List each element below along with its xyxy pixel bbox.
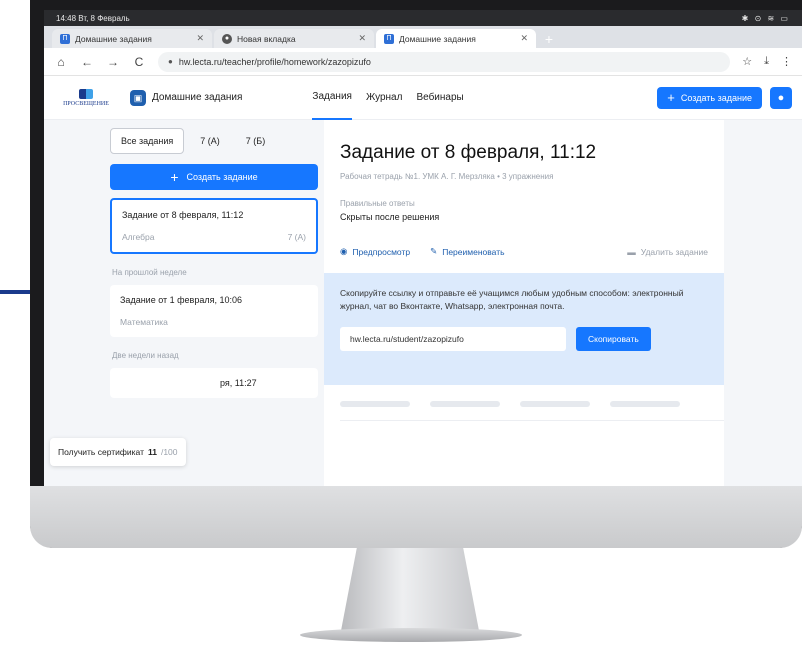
filter-7b[interactable]: 7 (Б) [236,128,275,154]
top-nav: Задания Журнал Вебинары [312,76,464,120]
device-mockup: 14:48 Вт, 8 Февраль ✱ ⊙ ≋ ▭ П Домашние з… [0,0,802,660]
certificate-label: Получить сертификат [58,447,144,457]
forward-icon[interactable]: → [106,55,120,69]
create-task-sidebar-button[interactable]: + Создать задание [110,164,318,190]
monitor-chin [30,486,802,548]
bookmark-star-icon[interactable]: ☆ [742,55,752,68]
status-time: 14:48 Вт, 8 Февраль [56,13,130,23]
nav-journal[interactable]: Журнал [366,76,403,120]
filter-7a[interactable]: 7 (А) [190,128,230,154]
task-card[interactable]: Задание от 1 февраля, 10:06 Математика [110,285,318,337]
tab-title: Домашние задания [399,33,476,44]
monitor-stand-neck [340,548,480,636]
nav-webinars[interactable]: Вебинары [416,76,463,120]
prosveshchenie-logo[interactable]: ПРОСВЕЩЕНИЕ [54,88,118,107]
answers-label: Правильные ответы [340,199,415,208]
monitor-stand-foot [300,628,522,642]
task-list-panel: Все задания 7 (А) 7 (Б) + Создать задани… [110,120,383,486]
app-name[interactable]: ▣ Домашние задания [130,89,243,106]
os-status-bar: 14:48 Вт, 8 Февраль ✱ ⊙ ≋ ▭ [44,10,802,26]
task-subtitle: Рабочая тетрадь №1. УМК А. Г. Мерзляка •… [340,172,554,181]
rename-button[interactable]: ✎ Переименовать [430,246,504,257]
delete-label: Удалить задание [640,246,708,257]
certificate-progress-badge[interactable]: Получить сертификат 11/100 [50,438,186,466]
preview-button[interactable]: ◉ Предпросмотр [340,246,410,257]
certificate-current: 11 [147,447,157,457]
task-detail-panel: Задание от 8 февраля, 11:12 Рабочая тетр… [324,120,724,486]
group-label-last-week: На прошлой неделе [112,268,187,277]
blurred-tab[interactable] [340,401,410,407]
create-task-sidebar-label: Создать задание [186,172,258,182]
new-tab-button[interactable]: + [538,29,560,48]
task-card-title: Задание от 1 февраля, 10:06 [120,295,242,305]
status-icons: ✱ ⊙ ≋ ▭ [741,13,790,23]
pencil-icon: ✎ [430,246,438,256]
plus-icon: + [170,169,179,185]
task-card-title-partial: ря, 11:27 [220,378,257,388]
class-filters: Все задания 7 (А) 7 (Б) [110,128,318,154]
lecta-favicon-icon: П [384,33,394,44]
plus-icon: + [667,90,675,105]
monitor-screen: 14:48 Вт, 8 Февраль ✱ ⊙ ≋ ▭ П Домашние з… [44,10,802,486]
eye-icon: ◉ [340,246,348,256]
address-bar[interactable]: ● hw.lecta.ru/teacher/profile/homework/z… [158,51,731,72]
preview-label: Предпросмотр [352,246,411,257]
browser-menu-icon[interactable]: ⋮ [781,55,792,68]
close-icon[interactable]: ✕ [358,33,366,44]
share-instructions: Скопируйте ссылку и отправьте её учащимс… [340,288,684,311]
tab-title: Домашние задания [75,33,152,44]
user-icon[interactable]: ● [770,86,792,109]
home-icon[interactable]: ⌂ [54,55,68,69]
close-icon[interactable]: ✕ [520,33,528,44]
delete-button[interactable]: ▬ Удалить задание [627,247,708,257]
lock-icon: ● [168,57,173,66]
browser-tab-3[interactable]: П Домашние задания ✕ [376,29,536,48]
create-task-label: Создать задание [680,92,752,103]
trash-icon: ▬ [627,246,636,257]
filter-all-tasks[interactable]: Все задания [110,128,185,154]
task-card-partial[interactable]: ря, 11:27 [110,368,318,398]
lecta-favicon-icon: П [60,33,70,44]
address-text: hw.lecta.ru/teacher/profile/homework/zaz… [178,56,371,67]
reload-icon[interactable]: C [132,55,146,69]
task-card-group: 7 (А) [287,232,306,242]
main-content: Все задания 7 (А) 7 (Б) + Создать задани… [44,120,802,486]
task-card-subject: Алгебра [122,232,155,242]
homework-app-icon: ▣ [130,89,146,106]
create-task-button[interactable]: + Создать задание [657,86,762,109]
browser-tab-2[interactable]: ● Новая вкладка ✕ [214,29,374,48]
share-link-field[interactable]: hw.lecta.ru/student/zazopizufo [340,327,566,351]
task-actions: ◉ Предпросмотр ✎ Переименовать ▬ Удалить… [340,246,708,257]
browser-tab-strip: П Домашние задания ✕ ● Новая вкладка ✕ П… [44,26,802,48]
back-icon[interactable]: ← [80,55,94,69]
blurred-tab[interactable] [610,401,680,407]
task-card-title: Задание от 8 февраля, 11:12 [122,210,244,220]
browser-tab-1[interactable]: П Домашние задания ✕ [52,29,212,48]
share-link-panel: Скопируйте ссылку и отправьте её учащимс… [324,273,724,385]
answers-value: Скрыты после решения [340,212,440,222]
globe-favicon-icon: ● [222,33,232,44]
logo-mark-icon [79,88,93,99]
logo-text: ПРОСВЕЩЕНИЕ [63,100,109,107]
blurred-tab[interactable] [520,401,590,407]
task-card-subject: Математика [120,317,168,327]
blurred-tab[interactable] [430,401,500,407]
tab-title: Новая вкладка [237,33,296,44]
lower-tabs-blurred [340,401,724,421]
browser-toolbar: ⌂ ← → C ● hw.lecta.ru/teacher/profile/ho… [44,48,802,76]
task-title: Задание от 8 февраля, 11:12 [340,142,597,163]
copy-link-button[interactable]: Скопировать [576,327,651,351]
nav-tasks[interactable]: Задания [312,76,352,120]
app-name-label: Домашние задания [152,92,243,103]
close-icon[interactable]: ✕ [196,33,204,44]
app-header: ПРОСВЕЩЕНИЕ ▣ Домашние задания Задания Ж… [44,76,802,120]
group-label-two-weeks: Две недели назад [112,351,179,360]
task-card-selected[interactable]: Задание от 8 февраля, 11:12 Алгебра 7 (А… [110,198,318,254]
certificate-total: /100 [160,447,178,457]
download-icon[interactable]: ⤓ [764,55,769,68]
rename-label: Переименовать [442,246,505,257]
